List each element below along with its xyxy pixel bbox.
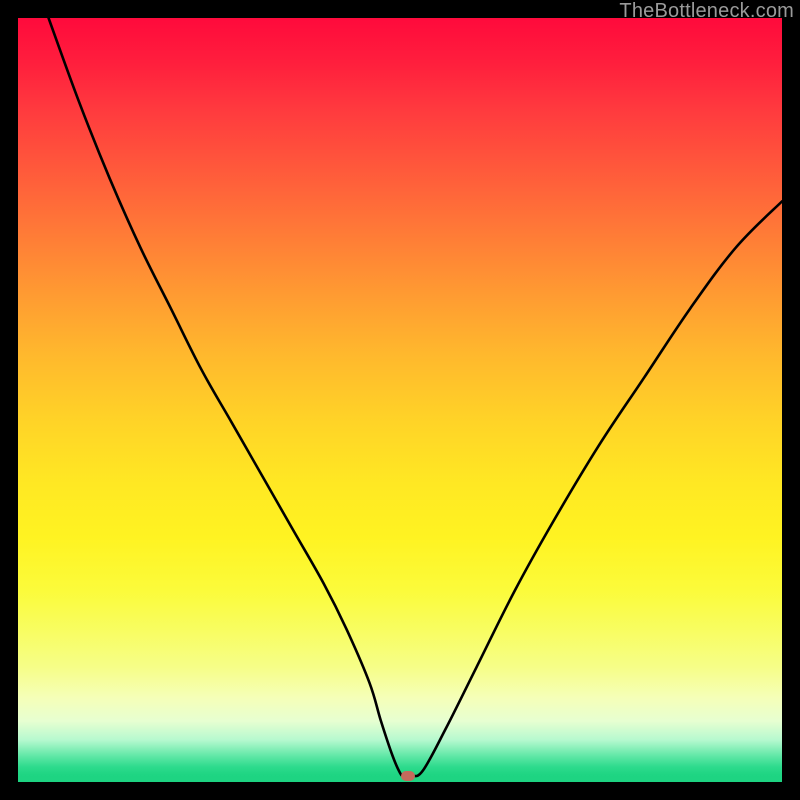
bottleneck-curve [18, 18, 782, 782]
plot-area [18, 18, 782, 782]
chart-frame: TheBottleneck.com [0, 0, 800, 800]
optimum-marker [401, 771, 415, 781]
